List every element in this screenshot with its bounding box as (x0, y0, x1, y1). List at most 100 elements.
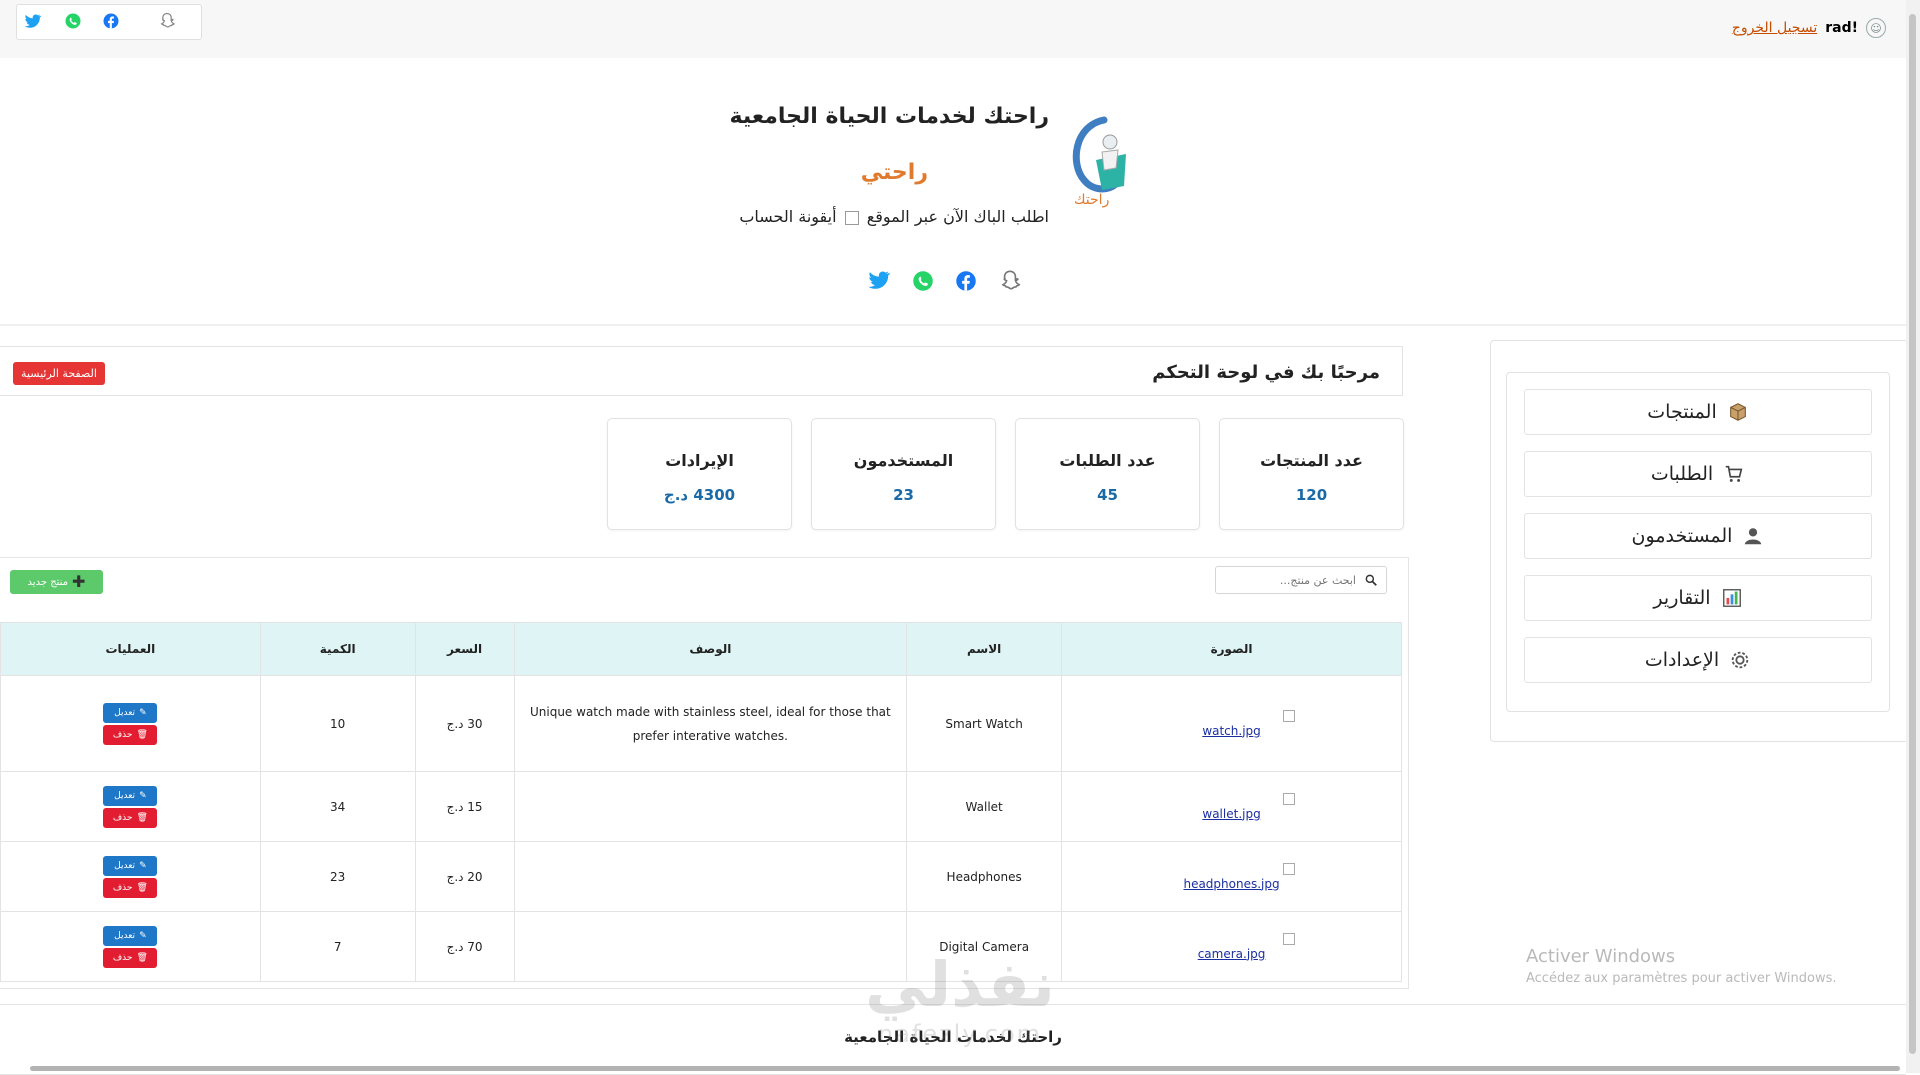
edit-button[interactable]: ✎ تعديل (103, 855, 158, 876)
facebook-icon[interactable] (953, 268, 979, 294)
pencil-icon: ✎ (139, 707, 147, 718)
cell-image: wallet.jpg (1061, 771, 1402, 842)
gear-icon (1731, 651, 1749, 669)
watermark-arabic: نفذلي (865, 948, 1055, 1021)
stat-value: 45 (1097, 486, 1118, 504)
header-divider (0, 324, 1906, 326)
delete-button[interactable]: 🗑 حذف (103, 807, 158, 828)
broken-image-icon (1283, 932, 1296, 945)
add-product-button[interactable]: ✚ منتج جديد (10, 570, 103, 594)
delete-label: حذف (112, 812, 133, 823)
stat-card-revenue: الإيرادات 4300 د.ج (607, 418, 792, 530)
logo-text: راحتك (1074, 192, 1109, 208)
stat-label: المستخدمون (853, 451, 954, 470)
table-row: ✎ تعديل 🗑 حذف 23 20 د.ج Headphones headpho… (0, 841, 1402, 912)
products-table: العمليات الكمية السعر الوصف الاسم الصورة… (0, 622, 1402, 982)
stat-value: 4300 د.ج (663, 486, 736, 504)
cta-text: اطلب الباك الآن عبر الموقع (866, 207, 1049, 226)
image-link[interactable]: camera.jpg (1198, 947, 1266, 961)
image-link[interactable]: wallet.jpg (1202, 807, 1260, 821)
row-actions: ✎ تعديل 🗑 حذف (0, 675, 261, 772)
facebook-icon[interactable] (101, 11, 121, 31)
broken-image-icon (1283, 709, 1296, 722)
sidebar-item-users[interactable]: المستخدمون (1524, 513, 1872, 559)
twitter-icon[interactable] (865, 267, 891, 293)
col-operations: العمليات (0, 622, 261, 676)
col-name: الاسم (906, 622, 1063, 676)
broken-image-icon (844, 210, 859, 225)
stat-label: الإيرادات (665, 451, 734, 470)
chart-icon (1722, 589, 1741, 607)
sidebar-item-products[interactable]: المنتجات (1524, 389, 1872, 435)
sidebar-item-label: الإعدادات (1644, 649, 1720, 671)
top-bar (0, 0, 1906, 58)
site-title: راحتك لخدمات الحياة الجامعية (729, 104, 1049, 129)
col-description: الوصف (513, 622, 908, 676)
cell-price: 20 د.ج (414, 841, 515, 912)
stat-value: 120 (1295, 486, 1328, 504)
stat-value: 23 (893, 486, 914, 504)
cell-price: 15 د.ج (414, 771, 515, 842)
sidebar-item-label: المنتجات (1647, 401, 1717, 423)
delete-label: حذف (112, 952, 133, 963)
cell-description (513, 841, 908, 912)
home-button[interactable]: الصفحة الرئيسية (13, 362, 105, 385)
sidebar-item-label: الطلبات (1650, 463, 1714, 485)
edit-label: تعديل (114, 860, 136, 871)
order-cta: اطلب الباك الآن عبر الموقع أيقونة الحساب (629, 207, 1049, 226)
cell-price: 30 د.ج (414, 675, 515, 772)
sidebar-item-settings[interactable]: الإعدادات (1524, 637, 1872, 683)
edit-label: تعديل (114, 707, 136, 718)
table-row: ✎ تعديل 🗑 حذف 10 30 د.ج Unique watch made … (0, 675, 1402, 772)
trash-icon: 🗑 (136, 882, 148, 893)
whatsapp-icon[interactable] (910, 268, 936, 294)
col-image: الصورة (1061, 622, 1402, 676)
sidebar-item-orders[interactable]: الطلبات (1524, 451, 1872, 497)
delete-label: حذف (112, 882, 133, 893)
stat-card-orders: عدد الطلبات 45 (1015, 418, 1200, 530)
image-link[interactable]: watch.jpg (1202, 724, 1260, 738)
horizontal-scrollbar[interactable] (30, 1066, 1900, 1071)
cell-quantity: 7 (259, 911, 416, 982)
windows-activation-notice: Activer Windows Accédez aux paramètres p… (1526, 946, 1837, 986)
delete-button[interactable]: 🗑 حذف (103, 877, 158, 898)
cell-name: Wallet (906, 771, 1063, 842)
table-row: ✎ تعديل 🗑 حذف 7 70 د.ج Digital Camera came… (0, 911, 1402, 982)
edit-button[interactable]: ✎ تعديل (103, 925, 158, 946)
top-social-links (16, 4, 202, 40)
sidebar-item-reports[interactable]: التقارير (1524, 575, 1872, 621)
table-header-row: العمليات الكمية السعر الوصف الاسم الصورة (0, 622, 1402, 676)
welcome-heading: مرحبًا بك في لوحة التحكم (1152, 362, 1380, 383)
snapchat-icon[interactable] (997, 268, 1023, 294)
cell-name: Smart Watch (906, 675, 1063, 772)
logout-link[interactable]: تسجيل الخروج (1732, 20, 1817, 36)
user-icon (1745, 528, 1762, 545)
stat-card-products: عدد المنتجات 120 (1219, 418, 1404, 530)
table-row: ✎ تعديل 🗑 حذف 34 15 د.ج Wallet wallet.jpg (0, 771, 1402, 842)
site-logo: راحتك (1072, 116, 1126, 208)
image-link[interactable]: headphones.jpg (1183, 877, 1279, 891)
cart-icon (1725, 465, 1743, 482)
snapchat-icon[interactable] (157, 11, 177, 31)
cta-icon-alt: أيقونة الحساب (739, 207, 837, 226)
whatsapp-icon[interactable] (63, 11, 83, 31)
cell-quantity: 23 (259, 841, 416, 912)
delete-button[interactable]: 🗑 حذف (103, 724, 158, 745)
cell-image: headphones.jpg (1061, 841, 1402, 912)
cell-description (513, 771, 908, 842)
delete-button[interactable]: 🗑 حذف (103, 947, 158, 968)
edit-button[interactable]: ✎ تعديل (103, 785, 158, 806)
edit-label: تعديل (114, 930, 136, 941)
box-icon (1729, 403, 1746, 421)
scrollbar-thumb[interactable] (1909, 14, 1916, 1054)
cell-name: Headphones (906, 841, 1063, 912)
twitter-icon[interactable] (22, 11, 42, 31)
edit-button[interactable]: ✎ تعديل (103, 702, 158, 723)
row-actions: ✎ تعديل 🗑 حذف (0, 771, 261, 842)
search-input[interactable] (1224, 572, 1358, 588)
row-actions: ✎ تعديل 🗑 حذف (0, 841, 261, 912)
trash-icon: 🗑 (136, 952, 148, 963)
row-actions: ✎ تعديل 🗑 حذف (0, 911, 261, 982)
col-quantity: الكمية (259, 622, 416, 676)
col-price: السعر (414, 622, 515, 676)
